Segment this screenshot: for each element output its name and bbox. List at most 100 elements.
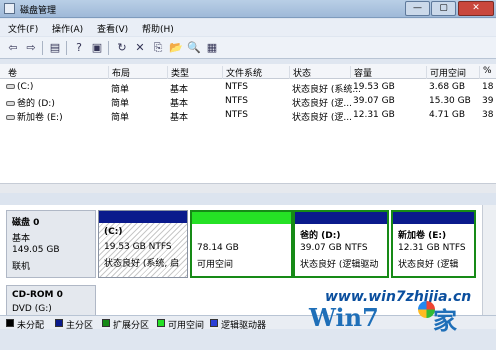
volume-capacity: 12.31 GB [353,110,395,120]
toolbar-separator [42,41,43,55]
partition-e[interactable]: 新加卷 (E:) 12.31 GB NTFS 状态良好 (逻辑 [391,210,476,278]
volume-type: 基本 [170,85,189,95]
volume-status: 状态良好 (逻... [292,113,352,123]
legend-logical: 逻辑驱动器 [221,321,267,331]
volume-filesystem: NTFS [225,110,248,120]
volume-status: 状态良好 (系统... [292,85,361,95]
volume-type: 基本 [170,99,189,109]
volume-name: 新加卷 (E:) [6,110,63,123]
legend-free: 可用空间 [168,321,205,331]
volume-disk-icon [6,101,15,106]
console-tree-icon[interactable]: ▤ [48,41,62,55]
view-icon[interactable]: ▦ [205,41,219,55]
title-bar: 磁盘管理 — ▢ ✕ [0,0,496,18]
legend-extended: 扩展分区 [113,321,150,331]
toolbar: ⇦ ⇨ ▤ ? ▣ ↻ ✕ ⎘ 📂 🔍 ▦ [0,37,496,59]
column-status[interactable]: 状态 [289,66,311,79]
app-icon [4,3,15,14]
partition-c[interactable]: (C:) 19.53 GB NTFS 状态良好 (系统, 启 [98,210,188,278]
volume-capacity: 39.07 GB [353,96,395,106]
partition-size: 78.14 GB [197,243,239,253]
volume-name-text: 新加卷 (E:) [17,113,63,123]
cdrom-name: CD-ROM 0 [12,290,63,300]
disk-size: 149.05 GB [12,245,60,255]
column-filesystem[interactable]: 文件系统 [222,66,262,79]
volume-disk-icon [6,115,15,120]
minimize-button[interactable]: — [405,1,430,16]
menu-file[interactable]: 文件(F) [8,22,38,35]
volume-filesystem: NTFS [225,96,248,106]
disk-name: 磁盘 0 [12,218,40,228]
column-free-space[interactable]: 可用空间 [426,66,466,79]
cdrom-desc: DVD (G:) [12,304,52,314]
column-percent[interactable]: % [479,66,492,79]
volume-percent: 39 [482,96,494,106]
delete-icon[interactable]: ✕ [133,41,147,55]
menu-help[interactable]: 帮助(H) [142,22,174,35]
partition-status: 可用空间 [197,260,234,270]
volume-name: 爸的 (D:) [6,96,55,109]
volume-name: (C:) [6,82,33,92]
table-row[interactable]: (C:) 简单 基本 NTFS 状态良好 (系统... 19.53 GB 3.6… [0,81,496,95]
volume-layout: 简单 [111,113,130,123]
legend-unallocated: 未分配 [17,321,45,331]
legend-swatch-extended [102,319,110,327]
partition-bar [393,212,474,224]
partition-bar [192,212,291,224]
properties-icon[interactable]: ▣ [90,41,104,55]
disk-kind: 基本 [12,234,31,244]
legend-swatch-primary [55,319,63,327]
partition-size: 12.31 GB NTFS [398,243,466,253]
back-icon[interactable]: ⇦ [6,41,20,55]
partition-status: 状态良好 (逻辑 [398,260,459,270]
volume-free-space: 3.68 GB [429,82,466,92]
watermark-brand: Win7 [309,303,379,332]
search-icon[interactable]: 🔍 [187,41,201,55]
help-icon[interactable]: ? [72,41,86,55]
forward-icon[interactable]: ⇨ [24,41,38,55]
volume-disk-icon [6,84,15,89]
partition-size: 39.07 GB NTFS [300,243,368,253]
legend-swatch-logical [210,319,218,327]
open-folder-icon[interactable]: 📂 [169,41,183,55]
menu-bar: 文件(F) 操作(A) 查看(V) 帮助(H) [0,19,496,36]
toolbar-separator [66,41,67,55]
partition-free-space[interactable]: 78.14 GB 可用空间 [190,210,293,278]
pane-splitter[interactable] [0,193,496,205]
volume-percent: 38 [482,110,494,120]
copy-icon[interactable]: ⎘ [151,41,165,55]
close-button[interactable]: ✕ [458,1,494,16]
legend-swatch-unallocated [6,319,14,327]
column-layout[interactable]: 布局 [108,66,130,79]
partition-title: 新加卷 (E:) [398,231,447,241]
partition-bar [295,212,387,224]
menu-view[interactable]: 查看(V) [97,22,128,35]
table-row[interactable]: 新加卷 (E:) 简单 基本 NTFS 状态良好 (逻... 12.31 GB … [0,109,496,123]
table-row[interactable]: 爸的 (D:) 简单 基本 NTFS 状态良好 (逻... 39.07 GB 1… [0,95,496,109]
partition-title: (C:) [104,227,123,237]
cdrom-0-label[interactable]: CD-ROM 0 DVD (G:) [6,285,96,317]
partition-status: 状态良好 (系统, 启 [104,259,180,269]
volume-capacity: 19.53 GB [353,82,395,92]
volume-filesystem: NTFS [225,82,248,92]
column-volume[interactable]: 卷 [5,66,17,79]
watermark-suffix: 家 [433,307,457,335]
menu-action[interactable]: 操作(A) [52,22,83,35]
legend-primary: 主分区 [66,321,94,331]
disk-0-label[interactable]: 磁盘 0 基本 149.05 GB 联机 [6,210,96,278]
volume-free-space: 4.71 GB [429,110,466,120]
horizontal-scrollbar[interactable] [0,183,496,193]
watermark-logo: www.win7zhijia.cn Win7 家 [305,286,491,335]
partition-status: 状态良好 (逻辑驱动 [300,260,379,270]
maximize-button[interactable]: ▢ [431,1,456,16]
column-type[interactable]: 类型 [167,66,189,79]
volume-free-space: 15.30 GB [429,96,471,106]
column-capacity[interactable]: 容量 [350,66,372,79]
volume-layout: 简单 [111,85,130,95]
partition-d[interactable]: 爸的 (D:) 39.07 GB NTFS 状态良好 (逻辑驱动 [293,210,389,278]
volume-layout: 简单 [111,99,130,109]
refresh-icon[interactable]: ↻ [115,41,129,55]
legend-swatch-free [157,319,165,327]
disk-state: 联机 [12,262,31,272]
volume-percent: 18 [482,82,494,92]
